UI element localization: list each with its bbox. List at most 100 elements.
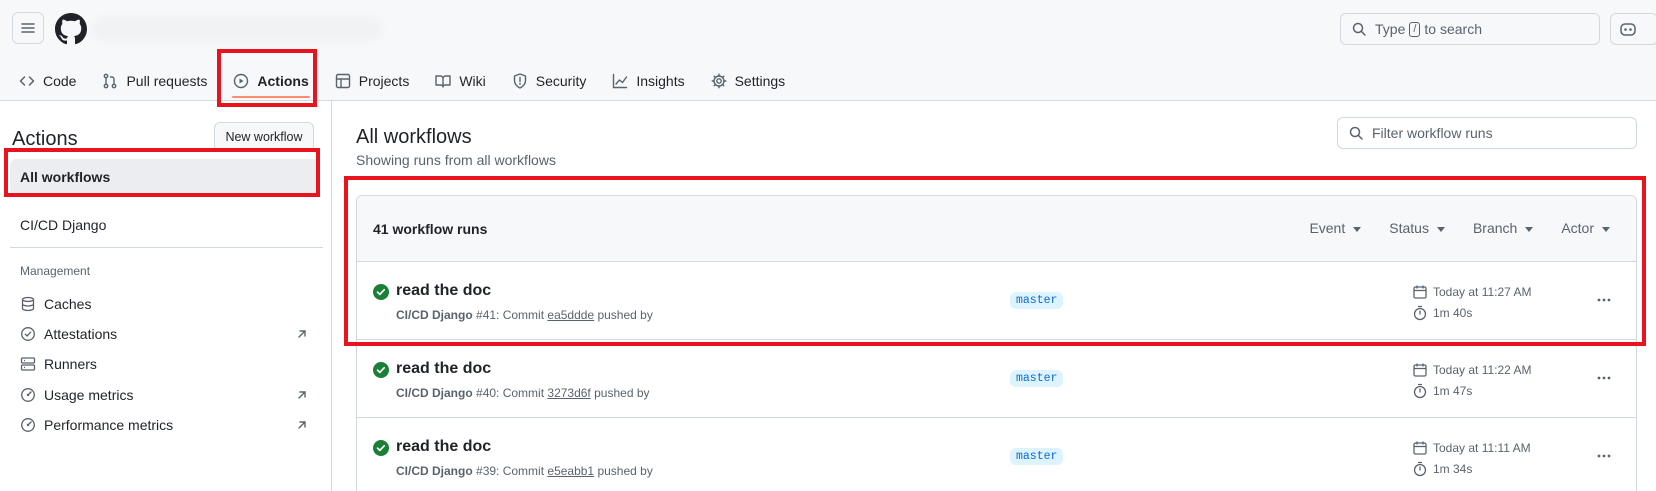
search-prefix: Type [1375, 21, 1406, 37]
tab-security[interactable]: Security [503, 62, 596, 100]
calendar-icon [1413, 363, 1427, 377]
run-date: Today at 11:27 AM [1412, 284, 1532, 300]
run-title-link[interactable]: read the doc [396, 360, 491, 378]
run-number: #40 [476, 386, 497, 400]
stopwatch-icon [1413, 305, 1427, 321]
new-workflow-button[interactable]: New workflow [214, 122, 314, 152]
sidebar-title: Actions [12, 128, 78, 150]
tab-actions[interactable]: Actions [224, 62, 317, 100]
sidebar-item-attestations[interactable]: Attestations [20, 320, 310, 348]
caches-label: Caches [44, 296, 92, 312]
sidebar-item-usage-metrics[interactable]: Usage metrics [20, 381, 310, 409]
tab-insights[interactable]: Insights [603, 62, 693, 100]
commit-sha-link[interactable]: 3273d6f [547, 386, 590, 400]
search-icon [1349, 126, 1363, 140]
run-title-link[interactable]: read the doc [396, 282, 491, 300]
run-commit-prefix: : Commit [496, 308, 545, 322]
global-search-input[interactable]: Type / to search [1340, 13, 1600, 45]
runs-count: 41 workflow runs [373, 221, 488, 237]
run-commit-prefix: : Commit [496, 464, 545, 478]
filter-workflow-runs-input[interactable]: Filter workflow runs [1337, 117, 1637, 149]
tab-projects-label: Projects [358, 73, 410, 89]
main-content: All workflows Showing runs from all work… [333, 101, 1656, 491]
search-shortcut-key: / [1409, 21, 1421, 37]
tab-settings[interactable]: Settings [702, 62, 795, 100]
run-pushed-by: pushed by [594, 386, 650, 400]
server-icon [20, 357, 36, 371]
run-more-options-button[interactable] [1592, 444, 1616, 468]
commit-sha-link[interactable]: ea5ddde [547, 308, 594, 322]
tab-wiki[interactable]: Wiki [426, 62, 494, 100]
copilot-button[interactable] [1610, 13, 1656, 45]
kebab-horizontal-icon [1597, 298, 1611, 302]
external-link-arrow-icon [298, 391, 306, 399]
search-icon [1352, 22, 1366, 36]
success-check-icon [373, 284, 389, 300]
usage-metrics-label: Usage metrics [44, 387, 134, 403]
workflow-run-row[interactable]: read the doc CI/CD Django #41: Commit ea… [357, 262, 1636, 340]
kebab-horizontal-icon [1597, 376, 1611, 380]
run-duration-text: 1m 40s [1433, 306, 1473, 320]
run-meta: CI/CD Django #40: Commit 3273d6f pushed … [396, 386, 650, 400]
filter-placeholder: Filter workflow runs [1372, 125, 1493, 141]
sidebar-item-performance-metrics[interactable]: Performance metrics [20, 411, 310, 439]
workflow-run-row[interactable]: read the doc CI/CD Django #39: Commit e5… [357, 418, 1636, 491]
tab-code[interactable]: Code [10, 62, 85, 100]
branch-filter-dropdown[interactable]: Branch [1473, 220, 1533, 236]
tab-projects[interactable]: Projects [326, 62, 419, 100]
sidebar-item-runners[interactable]: Runners [20, 350, 310, 378]
sidebar-item-caches[interactable]: Caches [20, 290, 310, 318]
run-meta: CI/CD Django #41: Commit ea5ddde pushed … [396, 308, 653, 322]
github-logo-icon[interactable] [55, 13, 87, 45]
status-filter-dropdown[interactable]: Status [1389, 220, 1445, 236]
run-date-text: Today at 11:27 AM [1433, 285, 1532, 299]
tab-security-label: Security [535, 73, 587, 89]
actions-sidebar: Actions New workflow All workflows CI/CD… [0, 101, 332, 491]
run-pushed-by: pushed by [597, 464, 653, 478]
run-workflow-name: CI/CD Django [396, 464, 473, 478]
actor-filter-dropdown[interactable]: Actor [1561, 220, 1610, 236]
run-workflow-name: CI/CD Django [396, 308, 473, 322]
gear-icon [711, 73, 727, 89]
stopwatch-icon [1413, 383, 1427, 399]
meter-icon [21, 388, 35, 402]
run-more-options-button[interactable] [1592, 288, 1616, 312]
run-duration: 1m 47s [1412, 383, 1472, 399]
sidebar-item-cicd-django[interactable]: CI/CD Django [10, 207, 320, 243]
repository-nav: Code Pull requests Actions Projects Wiki… [0, 62, 802, 100]
run-date-text: Today at 11:11 AM [1433, 441, 1531, 455]
runs-list-header: 41 workflow runs Event Status Branch Act… [357, 196, 1636, 262]
run-pushed-by: pushed by [597, 308, 653, 322]
run-date-text: Today at 11:22 AM [1433, 363, 1532, 377]
run-meta: CI/CD Django #39: Commit e5eabb1 pushed … [396, 464, 653, 478]
branch-label[interactable]: master [1010, 448, 1064, 465]
tab-pull-requests-label: Pull requests [126, 73, 208, 89]
runners-label: Runners [44, 356, 97, 372]
attestations-label: Attestations [44, 326, 118, 342]
run-title-link[interactable]: read the doc [396, 438, 491, 456]
external-link-arrow-icon [298, 421, 306, 429]
sidebar-item-all-workflows[interactable]: All workflows [10, 159, 320, 195]
external-link-arrow-icon [298, 330, 306, 338]
meter-icon [21, 418, 35, 432]
repository-name-redacted[interactable] [92, 17, 382, 41]
workflow-run-row[interactable]: read the doc CI/CD Django #40: Commit 32… [357, 340, 1636, 418]
event-filter-dropdown[interactable]: Event [1309, 220, 1361, 236]
run-workflow-name: CI/CD Django [396, 386, 473, 400]
database-icon [21, 296, 35, 312]
branch-label[interactable]: master [1010, 292, 1064, 309]
run-date: Today at 11:11 AM [1412, 440, 1531, 456]
table-icon [335, 73, 350, 89]
tab-wiki-label: Wiki [459, 73, 486, 89]
play-icon [234, 73, 249, 89]
calendar-icon [1413, 285, 1427, 299]
top-header: Type / to search Code Pull requests Acti… [0, 0, 1656, 101]
branch-label[interactable]: master [1010, 370, 1064, 387]
commit-sha-link[interactable]: e5eabb1 [547, 464, 594, 478]
performance-metrics-label: Performance metrics [44, 417, 174, 433]
tab-pull-requests[interactable]: Pull requests [93, 62, 216, 100]
tab-insights-label: Insights [636, 73, 685, 89]
hamburger-menu-button[interactable] [12, 12, 44, 44]
copilot-icon [1620, 23, 1636, 36]
run-more-options-button[interactable] [1592, 366, 1616, 390]
